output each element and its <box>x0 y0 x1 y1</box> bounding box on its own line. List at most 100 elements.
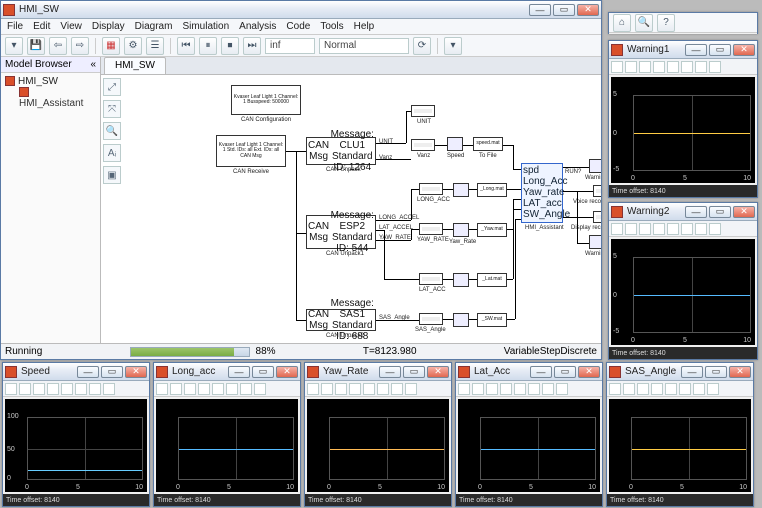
maximize-button[interactable]: ▭ <box>709 44 731 56</box>
new-model-button[interactable]: ▾ <box>5 37 23 55</box>
scope-tool-icon[interactable] <box>226 383 238 395</box>
back-button[interactable]: ⇦ <box>49 37 67 55</box>
scope-tool-icon[interactable] <box>19 383 31 395</box>
close-button[interactable]: ✕ <box>125 366 147 378</box>
palette-annotate-button[interactable]: Aᵢ <box>103 144 121 162</box>
menu-display[interactable]: Display <box>92 21 125 32</box>
scope-tool-icon[interactable] <box>472 383 484 395</box>
menu-code[interactable]: Code <box>286 21 310 32</box>
scope-tool-icon[interactable] <box>363 383 375 395</box>
scope-tool-icon[interactable] <box>623 383 635 395</box>
scope-plot[interactable]: 0 5 10 <box>156 399 298 492</box>
close-button[interactable]: ✕ <box>733 206 755 218</box>
model-explorer-button[interactable]: ☰ <box>146 37 164 55</box>
palette-zoom-button[interactable]: 🔍 <box>103 122 121 140</box>
block-scope-long-acc[interactable] <box>453 183 469 197</box>
scope-tool-icon[interactable] <box>651 383 663 395</box>
block-hmi-assistant[interactable]: spd Long_Acc Yaw_rate LAT_acc SW_Angle <box>521 163 563 223</box>
block-can-unpack1[interactable]: CAN Msg Message: ESP2 Standard ID: 544 <box>306 215 376 249</box>
step-forward-button[interactable]: ⏭ <box>243 37 261 55</box>
scope-tool-icon[interactable] <box>321 383 333 395</box>
titlebar[interactable]: Speed — ▭ ✕ <box>3 363 149 381</box>
scope-tool-icon[interactable] <box>693 383 705 395</box>
block-display-yaw-rate[interactable] <box>419 223 443 235</box>
menu-file[interactable]: File <box>7 21 23 32</box>
minimize-button[interactable]: — <box>685 44 707 56</box>
block-can-configuration[interactable]: Kvaser Leaf Light 1 Channel: 1 Busspeed:… <box>231 85 301 115</box>
minimize-button[interactable]: — <box>530 366 552 378</box>
scope-plot[interactable]: 0 5 10 <box>458 399 600 492</box>
block-display-long-acc[interactable] <box>419 183 443 195</box>
scope-tool-icon[interactable] <box>486 383 498 395</box>
close-button[interactable]: ✕ <box>729 366 751 378</box>
close-button[interactable]: ✕ <box>577 4 599 16</box>
maximize-button[interactable]: ▭ <box>705 366 727 378</box>
scope-tool-icon[interactable] <box>198 383 210 395</box>
block-scope-warning1[interactable] <box>589 159 601 173</box>
scope-tool-icon[interactable] <box>212 383 224 395</box>
pause-button[interactable]: ⏸ <box>199 37 217 55</box>
titlebar-warning2[interactable]: Warning2 — ▭ ✕ <box>609 203 757 221</box>
block-display-disp-warning[interactable] <box>593 211 601 223</box>
model-canvas[interactable]: ⤢ ⤧ 🔍 Aᵢ ▣ Kvaser Leaf Light 1 Channel: … <box>101 75 601 343</box>
scope-tool-icon[interactable] <box>47 383 59 395</box>
minimize-button[interactable]: — <box>529 4 551 16</box>
block-tofile-lat[interactable]: _Lat.mat <box>477 273 507 287</box>
maximize-button[interactable]: ▭ <box>101 366 123 378</box>
home-icon[interactable]: ⌂ <box>613 14 631 32</box>
close-button[interactable]: ✕ <box>276 366 298 378</box>
close-button[interactable]: ✕ <box>578 366 600 378</box>
zoom-y-icon[interactable] <box>667 223 679 235</box>
maximize-button[interactable]: ▭ <box>709 206 731 218</box>
autoscale-icon[interactable] <box>681 61 693 73</box>
build-button[interactable]: ▾ <box>444 37 462 55</box>
float-icon[interactable] <box>709 223 721 235</box>
scope-tool-icon[interactable] <box>170 383 182 395</box>
block-tofile-sas[interactable]: _SW.mat <box>477 313 507 327</box>
scope-tool-icon[interactable] <box>5 383 17 395</box>
scope-tool-icon[interactable] <box>240 383 252 395</box>
block-tofile-yaw[interactable]: _Yaw.mat <box>477 223 507 237</box>
maximize-button[interactable]: ▭ <box>403 366 425 378</box>
scope-plot-warning2[interactable]: 5 0 -5 0 5 10 <box>611 239 755 345</box>
params-icon[interactable] <box>625 61 637 73</box>
palette-image-button[interactable]: ▣ <box>103 166 121 184</box>
scope-plot-warning1[interactable]: 5 0 -5 0 5 10 <box>611 77 755 183</box>
maximize-button[interactable]: ▭ <box>554 366 576 378</box>
forward-button[interactable]: ⇨ <box>71 37 89 55</box>
menu-view[interactable]: View <box>60 21 82 32</box>
scope-tool-icon[interactable] <box>75 383 87 395</box>
menu-analysis[interactable]: Analysis <box>239 21 276 32</box>
scope-tool-icon[interactable] <box>514 383 526 395</box>
menu-diagram[interactable]: Diagram <box>135 21 173 32</box>
save-button[interactable]: 💾 <box>27 37 45 55</box>
stoptime-field[interactable]: inf <box>265 38 315 54</box>
model-browser-collapse-icon[interactable]: « <box>90 59 96 70</box>
scope-tool-icon[interactable] <box>637 383 649 395</box>
block-can-unpack2[interactable]: CAN Msg Message: SAS1 Standard ID: 688 <box>306 309 376 331</box>
tree-root[interactable]: HMI_SW <box>5 76 96 87</box>
scope-tool-icon[interactable] <box>665 383 677 395</box>
minimize-button[interactable]: — <box>379 366 401 378</box>
palette-fit-button[interactable]: ⤧ <box>103 100 121 118</box>
print-icon[interactable] <box>611 223 623 235</box>
block-display-unit[interactable] <box>411 105 435 117</box>
menu-help[interactable]: Help <box>354 21 375 32</box>
scope-plot[interactable]: 0 5 10 <box>307 399 449 492</box>
block-tofile-long[interactable]: _Long.mat <box>477 183 507 197</box>
block-tofile-speed[interactable]: speed.mat <box>473 137 503 151</box>
help-icon[interactable]: ? <box>657 14 675 32</box>
save-icon[interactable] <box>695 61 707 73</box>
zoom-y-icon[interactable] <box>667 61 679 73</box>
titlebar[interactable]: Yaw_Rate — ▭ ✕ <box>305 363 451 381</box>
tab-hmi-sw[interactable]: HMI_SW <box>104 57 166 74</box>
block-display-lat-acc[interactable] <box>419 273 443 285</box>
zoom-icon[interactable] <box>639 61 651 73</box>
sim-mode-select[interactable]: Normal <box>319 38 409 54</box>
titlebar[interactable]: SAS_Angle — ▭ ✕ <box>607 363 753 381</box>
scope-tool-icon[interactable] <box>254 383 266 395</box>
scope-tool-icon[interactable] <box>679 383 691 395</box>
block-scope-yaw-rate[interactable] <box>453 223 469 237</box>
block-can-unpack[interactable]: CAN Msg Message: CLU1 Standard ID: 1264 <box>306 137 376 165</box>
scope-tool-icon[interactable] <box>542 383 554 395</box>
